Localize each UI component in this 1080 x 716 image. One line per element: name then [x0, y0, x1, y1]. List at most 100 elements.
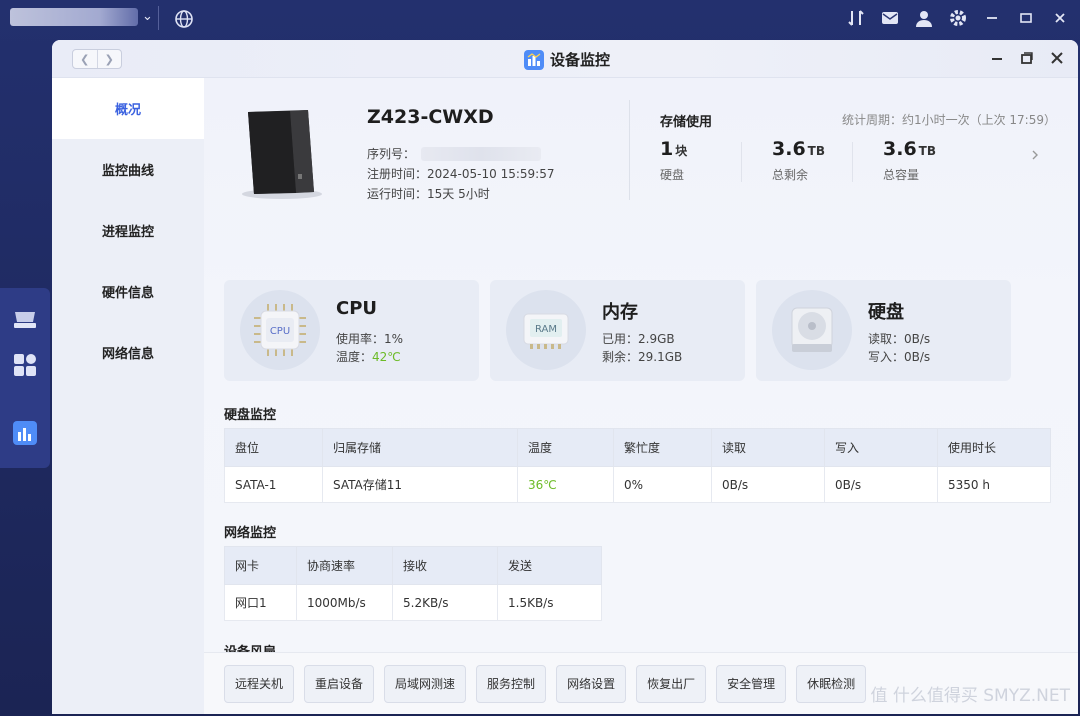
- globe-icon[interactable]: [174, 9, 194, 29]
- message-icon[interactable]: [880, 8, 900, 28]
- table-header: 归属存储: [322, 428, 518, 467]
- table-row[interactable]: 网口1 1000Mb/s 5.2KB/s 1.5KB/s: [224, 584, 602, 621]
- cpu-usage: 使用率：1%: [336, 330, 403, 347]
- window-controls: [990, 51, 1064, 65]
- sidebar-item-hardware-info[interactable]: 硬件信息: [52, 261, 204, 322]
- disk-write: 写入：0B/s: [868, 348, 930, 365]
- table-cell: 5.2KB/s: [392, 584, 498, 621]
- disk-write-value: 0B/s: [904, 350, 931, 364]
- watermark: 值 什么值得买 SMYZ.NET: [870, 686, 1070, 706]
- memory-icon-wrap: RAM: [506, 290, 586, 370]
- overview-panel: Z423-CWXD 序列号： 注册时间： 2024-05-10 15:59:57 …: [204, 78, 1078, 714]
- divider: [852, 142, 853, 182]
- remote-shutdown-button[interactable]: 远程关机: [224, 664, 295, 703]
- device-name: Z423-CWXD: [367, 106, 494, 128]
- disk-write-label: 写入：: [868, 350, 905, 364]
- table-row[interactable]: SATA-1 SATA存储11 36℃ 0% 0B/s 0B/s 5350 h: [224, 466, 1051, 503]
- cpu-temp-label: 温度：: [336, 350, 373, 364]
- serial-label: 序列号：: [367, 147, 416, 161]
- close-icon[interactable]: [1050, 51, 1064, 65]
- ram-chip-text: RAM: [535, 324, 557, 335]
- transfer-icon[interactable]: [846, 8, 866, 28]
- device-monitor-app-icon[interactable]: [12, 420, 38, 446]
- network-monitor-title: 网络监控: [224, 526, 277, 541]
- free-space-stat: 3.6 TB 总剩余: [772, 138, 825, 183]
- reg-time-label: 注册时间：: [367, 167, 428, 181]
- table-header: 网卡: [224, 546, 297, 585]
- disk-read-value: 0B/s: [904, 332, 931, 346]
- stat-period: 统计周期：约1小时一次（上次 17:59）: [841, 113, 1056, 127]
- factory-reset-button[interactable]: 恢复出厂: [636, 664, 707, 703]
- back-button[interactable]: ❮: [73, 50, 97, 68]
- chevron-down-icon[interactable]: ⌄: [142, 9, 153, 24]
- table-cell: 1000Mb/s: [296, 584, 393, 621]
- total-capacity-stat: 3.6 TB 总容量: [883, 138, 936, 183]
- restore-icon[interactable]: [1016, 8, 1036, 28]
- sidebar-item-process-monitor[interactable]: 进程监控: [52, 200, 204, 261]
- free-space-value: 3.6: [772, 138, 806, 160]
- uptime-label: 运行时间：: [367, 187, 428, 201]
- disk-card[interactable]: 硬盘 读取：0B/s 写入：0B/s: [756, 280, 1011, 381]
- disk-read-label: 读取：: [868, 332, 905, 346]
- memory-card[interactable]: RAM 内存 已用：2.9GB 剩余：29.1GB: [490, 280, 745, 381]
- table-header: 繁忙度: [613, 428, 712, 467]
- restart-device-button[interactable]: 重启设备: [304, 664, 375, 703]
- device-meta: 序列号： 注册时间： 2024-05-10 15:59:57 运行时间： 15天 5…: [367, 144, 554, 204]
- cpu-card[interactable]: CPU CPU 使用率：1% 温度：42℃: [224, 280, 479, 381]
- maximize-icon[interactable]: [1020, 51, 1034, 65]
- forward-button[interactable]: ❯: [96, 50, 122, 68]
- disk-count-value: 1: [660, 138, 674, 160]
- total-capacity-label: 总容量: [883, 168, 920, 182]
- apps-grid-icon[interactable]: [12, 352, 38, 378]
- cpu-chip-text: CPU: [270, 326, 290, 337]
- title-bar: ❮ ❯ 设备监控: [52, 40, 1078, 78]
- lan-speedtest-button[interactable]: 局域网测速: [384, 664, 467, 703]
- table-header: 发送: [497, 546, 602, 585]
- sleep-detection-button[interactable]: 休眠检测: [796, 664, 867, 703]
- memory-free-value: 29.1GB: [638, 350, 683, 364]
- table-header: 盘位: [224, 428, 323, 467]
- table-header: 接收: [392, 546, 498, 585]
- gear-icon[interactable]: [948, 8, 968, 28]
- chevron-right-icon[interactable]: [1030, 150, 1040, 160]
- memory-used-value: 2.9GB: [638, 332, 675, 346]
- divider: [158, 6, 159, 30]
- divider: [741, 142, 742, 182]
- network-settings-button[interactable]: 网络设置: [556, 664, 627, 703]
- minimize-icon[interactable]: [982, 8, 1002, 28]
- cpu-title: CPU: [336, 298, 378, 319]
- table-header: 写入: [824, 428, 938, 467]
- window-title-text: 设备监控: [550, 51, 611, 69]
- total-capacity-value: 3.6: [883, 138, 917, 160]
- ram-icon: RAM: [523, 313, 569, 349]
- table-cell: 网口1: [224, 584, 297, 621]
- sidebar-item-monitor-curve[interactable]: 监控曲线: [52, 139, 204, 200]
- cpu-icon: CPU: [254, 304, 306, 356]
- service-control-button[interactable]: 服务控制: [476, 664, 547, 703]
- table-header: 温度: [517, 428, 614, 467]
- security-management-button[interactable]: 安全管理: [716, 664, 787, 703]
- user-icon[interactable]: [914, 8, 934, 28]
- storage-app-icon[interactable]: [12, 306, 38, 332]
- action-toolbar: 远程关机 重启设备 局域网测速 服务控制 网络设置 恢复出厂 安全管理 休眠检测…: [204, 652, 1078, 714]
- disk-count-stat: 1块 硬盘: [660, 138, 687, 183]
- storage-usage-title: 存储使用: [660, 115, 713, 130]
- desktop-account-field[interactable]: [10, 8, 138, 26]
- disk-icon-wrap: [772, 290, 852, 370]
- memory-title: 内存: [602, 302, 638, 323]
- table-header-row: 网卡 协商速率 接收 发送: [224, 546, 602, 585]
- disk-title: 硬盘: [868, 302, 904, 323]
- cpu-usage-value: 1%: [384, 332, 404, 346]
- minimize-icon[interactable]: [990, 51, 1004, 65]
- close-icon[interactable]: [1050, 8, 1070, 28]
- window-title: 设备监控: [524, 49, 610, 70]
- memory-free: 剩余：29.1GB: [602, 348, 682, 365]
- disk-read: 读取：0B/s: [868, 330, 930, 347]
- desktop-dock: [0, 288, 50, 468]
- table-cell: SATA存储11: [322, 466, 518, 503]
- cpu-temp: 温度：42℃: [336, 348, 401, 365]
- network-monitor-table: 网卡 协商速率 接收 发送 网口1 1000Mb/s 5.2KB/s 1.5KB…: [224, 546, 602, 621]
- sidebar-item-network-info[interactable]: 网络信息: [52, 322, 204, 383]
- sidebar-item-overview[interactable]: 概况: [52, 78, 204, 139]
- table-cell: 36℃: [517, 466, 614, 503]
